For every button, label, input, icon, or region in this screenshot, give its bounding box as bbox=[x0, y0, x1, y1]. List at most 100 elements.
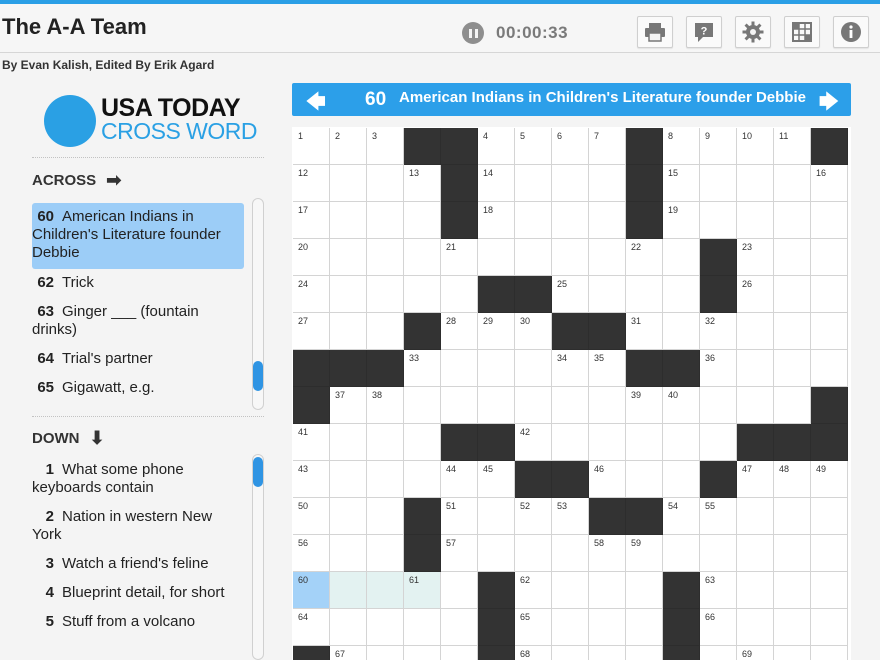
print-button[interactable] bbox=[637, 16, 673, 48]
grid-cell[interactable] bbox=[367, 424, 404, 461]
grid-cell[interactable] bbox=[552, 202, 589, 239]
clue-down-1[interactable]: 1 What some phone keyboards contain bbox=[32, 456, 244, 503]
grid-cell[interactable] bbox=[589, 424, 626, 461]
grid-cell[interactable]: 15 bbox=[663, 165, 700, 202]
grid-cell[interactable] bbox=[737, 498, 774, 535]
grid-cell[interactable]: 40 bbox=[663, 387, 700, 424]
grid-cell[interactable]: 57 bbox=[441, 535, 478, 572]
grid-cell[interactable]: 27 bbox=[293, 313, 330, 350]
grid-cell[interactable]: 30 bbox=[515, 313, 552, 350]
grid-cell[interactable] bbox=[774, 202, 811, 239]
grid-cell[interactable] bbox=[330, 535, 367, 572]
grid-cell[interactable] bbox=[737, 572, 774, 609]
grid-cell[interactable] bbox=[663, 424, 700, 461]
grid-cell[interactable]: 28 bbox=[441, 313, 478, 350]
grid-cell[interactable] bbox=[589, 165, 626, 202]
grid-cell[interactable] bbox=[330, 498, 367, 535]
grid-cell[interactable] bbox=[404, 387, 441, 424]
grid-cell[interactable]: 8 bbox=[663, 128, 700, 165]
grid-cell[interactable] bbox=[552, 609, 589, 646]
grid-cell[interactable] bbox=[515, 387, 552, 424]
grid-cell[interactable] bbox=[737, 202, 774, 239]
grid-cell[interactable]: 37 bbox=[330, 387, 367, 424]
across-scrollbar-thumb[interactable] bbox=[253, 361, 263, 391]
grid-cell[interactable] bbox=[367, 646, 404, 660]
grid-cell[interactable] bbox=[515, 535, 552, 572]
grid-view-button[interactable] bbox=[784, 16, 820, 48]
grid-cell[interactable] bbox=[404, 646, 441, 660]
grid-cell[interactable] bbox=[367, 498, 404, 535]
grid-cell[interactable] bbox=[589, 202, 626, 239]
grid-cell[interactable] bbox=[478, 387, 515, 424]
grid-cell[interactable] bbox=[478, 535, 515, 572]
grid-cell[interactable] bbox=[811, 646, 848, 660]
grid-cell[interactable] bbox=[811, 239, 848, 276]
grid-cell[interactable] bbox=[811, 535, 848, 572]
grid-cell[interactable]: 69 bbox=[737, 646, 774, 660]
grid-cell[interactable] bbox=[663, 313, 700, 350]
grid-cell[interactable] bbox=[330, 424, 367, 461]
grid-cell[interactable] bbox=[663, 239, 700, 276]
grid-cell[interactable] bbox=[737, 350, 774, 387]
grid-cell[interactable]: 18 bbox=[478, 202, 515, 239]
grid-cell[interactable]: 33 bbox=[404, 350, 441, 387]
grid-cell[interactable] bbox=[515, 165, 552, 202]
grid-cell[interactable] bbox=[330, 461, 367, 498]
grid-cell[interactable] bbox=[774, 239, 811, 276]
grid-cell[interactable]: 52 bbox=[515, 498, 552, 535]
grid-cell[interactable] bbox=[404, 202, 441, 239]
grid-cell[interactable] bbox=[663, 461, 700, 498]
grid-cell[interactable] bbox=[589, 572, 626, 609]
grid-cell[interactable] bbox=[367, 609, 404, 646]
settings-button[interactable] bbox=[735, 16, 771, 48]
grid-cell[interactable] bbox=[811, 276, 848, 313]
grid-cell[interactable]: 62 bbox=[515, 572, 552, 609]
grid-cell[interactable] bbox=[404, 424, 441, 461]
grid-cell[interactable] bbox=[330, 572, 367, 609]
grid-cell[interactable]: 53 bbox=[552, 498, 589, 535]
grid-cell[interactable] bbox=[626, 461, 663, 498]
grid-cell[interactable] bbox=[811, 313, 848, 350]
grid-cell[interactable]: 45 bbox=[478, 461, 515, 498]
grid-cell[interactable]: 5 bbox=[515, 128, 552, 165]
grid-cell[interactable]: 46 bbox=[589, 461, 626, 498]
grid-cell[interactable] bbox=[700, 535, 737, 572]
grid-cell[interactable]: 22 bbox=[626, 239, 663, 276]
grid-cell[interactable] bbox=[552, 646, 589, 660]
grid-cell[interactable] bbox=[478, 350, 515, 387]
grid-cell[interactable] bbox=[700, 424, 737, 461]
down-scrollbar[interactable] bbox=[252, 454, 264, 660]
grid-cell[interactable]: 9 bbox=[700, 128, 737, 165]
grid-cell[interactable]: 20 bbox=[293, 239, 330, 276]
grid-cell[interactable]: 13 bbox=[404, 165, 441, 202]
grid-cell[interactable]: 29 bbox=[478, 313, 515, 350]
grid-cell[interactable]: 54 bbox=[663, 498, 700, 535]
clue-across-65[interactable]: 65 Gigawatt, e.g. bbox=[32, 374, 244, 403]
grid-cell[interactable]: 58 bbox=[589, 535, 626, 572]
grid-cell[interactable] bbox=[811, 572, 848, 609]
grid-cell[interactable] bbox=[330, 239, 367, 276]
grid-cell[interactable] bbox=[774, 313, 811, 350]
grid-cell[interactable] bbox=[626, 572, 663, 609]
grid-cell[interactable] bbox=[441, 387, 478, 424]
grid-cell[interactable]: 26 bbox=[737, 276, 774, 313]
grid-cell[interactable]: 42 bbox=[515, 424, 552, 461]
grid-cell[interactable] bbox=[774, 498, 811, 535]
grid-cell[interactable] bbox=[330, 313, 367, 350]
grid-cell[interactable] bbox=[774, 572, 811, 609]
grid-cell[interactable]: 38 bbox=[367, 387, 404, 424]
grid-cell[interactable]: 39 bbox=[626, 387, 663, 424]
grid-cell[interactable]: 63 bbox=[700, 572, 737, 609]
clue-across-63[interactable]: 63 Ginger ___ (fountain drinks) bbox=[32, 298, 244, 345]
clue-across-64[interactable]: 64 Trial's partner bbox=[32, 345, 244, 374]
previous-clue-arrow-icon[interactable]: 🡄 bbox=[306, 88, 326, 120]
grid-cell[interactable] bbox=[737, 165, 774, 202]
grid-cell[interactable] bbox=[774, 646, 811, 660]
grid-cell[interactable] bbox=[700, 165, 737, 202]
clue-down-3[interactable]: 3 Watch a friend's feline bbox=[32, 550, 244, 579]
grid-cell[interactable]: 23 bbox=[737, 239, 774, 276]
help-button[interactable]: ? bbox=[686, 16, 722, 48]
grid-cell[interactable]: 50 bbox=[293, 498, 330, 535]
grid-cell[interactable] bbox=[663, 535, 700, 572]
grid-cell[interactable] bbox=[367, 461, 404, 498]
